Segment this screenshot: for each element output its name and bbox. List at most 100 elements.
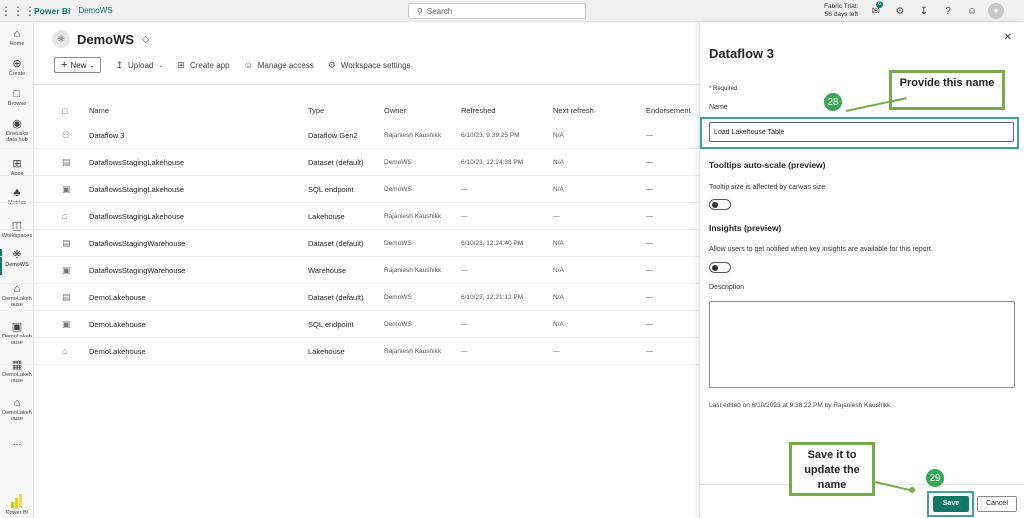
col-owner[interactable]: Owner: [384, 104, 406, 118]
row-refreshed: 6/10/23, 12:24:38 PM: [461, 159, 524, 166]
brand-label[interactable]: Power BI: [34, 6, 70, 16]
row-endorsement: —: [646, 348, 653, 355]
row-next-refresh: N/A: [553, 294, 564, 301]
row-owner: DemoWS: [384, 186, 412, 193]
row-refreshed: —: [461, 267, 468, 274]
row-refreshed: —: [461, 186, 468, 193]
table-row[interactable]: ▤ DemoLakehouse Dataset (default) DemoWS 6/1…: [0, 284, 700, 311]
row-name[interactable]: DataflowsStagingLakehouse: [89, 149, 184, 176]
annotation-callout-save: Save it to update the name: [789, 442, 875, 496]
manage-access-button[interactable]: ☺ Manage access: [244, 60, 314, 70]
nav-item-demolakehouse-4[interactable]: ⌂ DemoLakeh ouse: [0, 397, 34, 422]
account-avatar[interactable]: ●: [984, 3, 1008, 19]
notifications-icon[interactable]: ✉ 6: [864, 0, 888, 17]
top-bar: ⋮⋮⋮ Power BI DemoWS ⚲ Search Fabric Tria…: [0, 0, 1024, 22]
table-row[interactable]: ⌂ DemoLakehouse Lakehouse Rajaniesh Kaushik…: [0, 338, 700, 365]
lakehouse-icon: ⌂: [62, 211, 68, 221]
table-header: □ Name Type Owner Refreshed Next refresh…: [0, 104, 700, 118]
name-label: Name: [709, 104, 728, 111]
app-launcher-icon[interactable]: ⋮⋮⋮: [0, 4, 36, 18]
table-row[interactable]: ⚇ Dataflow 3 Dataflow Gen2 Rajaniesh Kaushi…: [0, 122, 700, 149]
row-owner: DemoWS: [384, 321, 412, 328]
row-name[interactable]: Dataflow 3: [89, 122, 124, 149]
trial-line2: 56 days left: [824, 11, 858, 18]
row-name[interactable]: DataflowsStagingWarehouse: [89, 230, 185, 257]
home-icon: ⌂: [13, 28, 21, 40]
row-name[interactable]: DemoLakehouse: [89, 284, 146, 311]
col-name[interactable]: Name: [89, 104, 109, 118]
row-name[interactable]: DataflowsStagingLakehouse: [89, 203, 184, 230]
table-row[interactable]: ▣ DemoLakehouse SQL endpoint DemoWS — N/A —: [0, 311, 700, 338]
breadcrumb[interactable]: DemoWS: [78, 6, 112, 15]
table-row[interactable]: ▣ DataflowsStagingLakehouse SQL endpoint De…: [0, 176, 700, 203]
name-field[interactable]: [709, 122, 1014, 142]
folder-icon: □: [13, 88, 21, 100]
row-owner: DemoWS: [384, 294, 412, 301]
col-next-refresh[interactable]: Next refresh: [553, 104, 594, 118]
workspace-settings-label: Workspace settings: [340, 60, 411, 70]
create-app-button[interactable]: ⊞ Create app: [177, 60, 229, 71]
sql-endpoint-icon: ▣: [62, 319, 71, 329]
chevron-down-icon: ⌄: [158, 62, 164, 69]
panel-title: Dataflow 3: [709, 46, 775, 61]
row-endorsement: —: [646, 213, 653, 220]
save-button[interactable]: Save: [933, 496, 969, 512]
upload-icon: ↥: [115, 59, 124, 70]
nav-item-create[interactable]: ⊕ Create: [0, 58, 34, 77]
tooltips-title: Tooltips auto-scale (preview): [709, 160, 826, 170]
col-endorsement[interactable]: Endorsement: [646, 104, 691, 118]
insights-title: Insights (preview): [709, 223, 782, 233]
row-type: SQL endpoint: [308, 320, 354, 329]
row-endorsement: —: [646, 267, 653, 274]
row-endorsement: —: [646, 321, 653, 328]
dataset-icon: ▤: [62, 238, 71, 248]
new-button[interactable]: + New ⌄: [54, 57, 102, 73]
required-note: * Required: [709, 86, 738, 92]
feedback-smiley-icon[interactable]: ☺: [960, 6, 984, 17]
download-icon[interactable]: ↧: [912, 6, 936, 17]
search-input[interactable]: ⚲ Search: [408, 3, 586, 19]
row-owner: Rajaniesh Kaushikk: [384, 132, 442, 139]
row-refreshed: —: [461, 348, 468, 355]
row-type: Lakehouse: [308, 212, 345, 221]
row-type: Dataset (default): [308, 239, 364, 248]
row-next-refresh: N/A: [553, 159, 564, 166]
insights-desc: Allow users to get notified when key ins…: [709, 246, 933, 253]
table-row[interactable]: ▣ DataflowsStagingWarehouse Warehouse Rajan…: [0, 257, 700, 284]
workspace-icon: ❋: [52, 30, 70, 48]
row-owner: DemoWS: [384, 159, 412, 166]
nav-label: DemoLakeh ouse: [2, 372, 32, 384]
row-name[interactable]: DemoLakehouse: [89, 338, 146, 365]
settings-gear-icon[interactable]: ⚙: [888, 6, 912, 17]
row-endorsement: —: [646, 186, 653, 193]
row-name[interactable]: DemoLakehouse: [89, 311, 146, 338]
insights-toggle[interactable]: [709, 262, 731, 273]
workspace-header: ❋ DemoWS ◇: [52, 30, 149, 48]
annotation-callout-provide-name: Provide this name: [889, 70, 1005, 110]
close-icon[interactable]: ✕: [1004, 32, 1012, 43]
workspace-settings-button[interactable]: ⚙ Workspace settings: [328, 60, 411, 71]
row-refreshed: 6/10/23, 12:21:12 PM: [461, 294, 524, 301]
row-name[interactable]: DataflowsStagingWarehouse: [89, 257, 185, 284]
row-name[interactable]: DataflowsStagingLakehouse: [89, 176, 184, 203]
help-icon[interactable]: ?: [936, 6, 960, 17]
row-refreshed: —: [461, 213, 468, 220]
table-row[interactable]: ▤ DataflowsStagingWarehouse Dataset (defau…: [0, 230, 700, 257]
nav-item-home[interactable]: ⌂ Home: [0, 28, 34, 47]
row-owner: DemoWS: [384, 240, 412, 247]
table-row[interactable]: ▤ DataflowsStagingLakehouse Dataset (defau…: [0, 149, 700, 176]
lakehouse-icon: ⌂: [13, 397, 21, 409]
table-row[interactable]: ⌂ DataflowsStagingLakehouse Lakehouse Rajan…: [0, 203, 700, 230]
dataset-icon: ▤: [62, 292, 71, 302]
cancel-button[interactable]: Cancel: [977, 496, 1017, 512]
description-field[interactable]: [709, 301, 1015, 388]
col-refreshed[interactable]: Refreshed: [461, 104, 496, 118]
tooltips-toggle[interactable]: [709, 199, 731, 210]
annotation-step-badge: 29: [925, 468, 945, 488]
upload-button[interactable]: ↥ Upload ⌄: [115, 60, 163, 71]
col-type[interactable]: Type: [308, 104, 324, 118]
search-placeholder: Search: [426, 6, 453, 16]
plus-circle-icon: ⊕: [12, 58, 22, 70]
more-icon[interactable]: ...: [0, 438, 34, 448]
row-next-refresh: —: [553, 348, 560, 355]
